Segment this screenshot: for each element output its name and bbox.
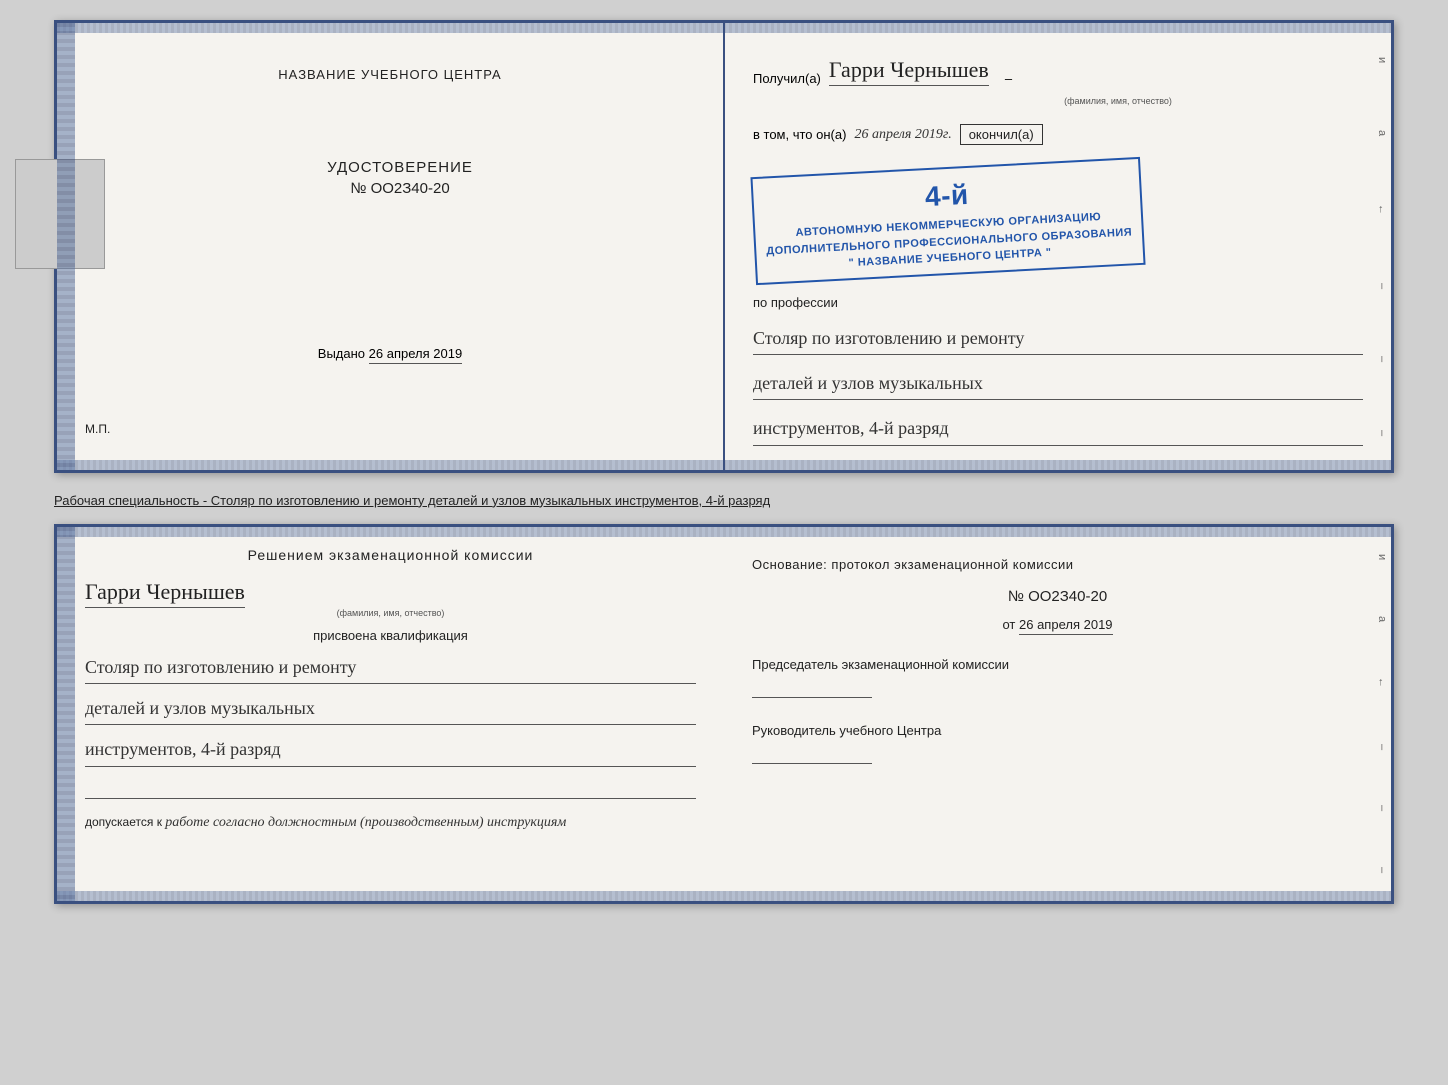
blank-line [85,775,696,799]
bottom-document: Решением экзаменационной комиссии Гарри … [54,524,1394,904]
profession-line1: Столяр по изготовлению и ремонту [753,322,1363,355]
rukovoditel-label: Руководитель учебного Центра [752,722,1363,740]
bottom-name-sublabel: (фамилия, имя, отчество) [85,608,696,618]
vydano-label: Выдано [318,346,365,361]
side-strip-right: и а ← – – – [1373,23,1391,470]
po-professii-label: по профессии [753,295,1363,310]
stamp-block: 4-й АВТОНОМНУЮ НЕКОММЕРЧЕСКУЮ ОРГАНИЗАЦИ… [750,157,1145,285]
between-label-text: Рабочая специальность - Столяр по изгото… [54,493,770,508]
predsedatel-block: Председатель экзаменационной комиссии [752,656,1363,698]
resheniem-text: Решением экзаменационной комиссии [85,547,696,563]
ot-block: от 26 апреля 2019 [752,617,1363,632]
side-char-3: ← [1376,204,1388,215]
side-char-1: и [1376,57,1388,63]
side-char-2: а [1376,130,1388,136]
side-char-b3: ← [1376,677,1388,688]
recipient-name: Гарри Чернышев [829,57,989,86]
top-doc-right: Получил(а) Гарри Чернышев – (фамилия, им… [725,23,1391,470]
mp-label: М.П. [85,422,110,436]
name-sublabel-top: (фамилия, имя, отчество) [873,96,1363,106]
bottom-profession-line3: инструментов, 4-й разряд [85,733,696,766]
vtom-label: в том, что он(а) [753,127,846,142]
rukovoditel-block: Руководитель учебного Центра [752,722,1363,764]
dash-top: – [1005,71,1012,86]
vydano-date: 26 апреля 2019 [369,346,463,364]
udostoverenie-number: № OO2З40-20 [105,180,695,197]
top-document: НАЗВАНИЕ УЧЕБНОГО ЦЕНТРА УДОСТОВЕРЕНИЕ №… [54,20,1394,473]
osnovanie-text: Основание: протокол экзаменационной коми… [752,557,1363,572]
side-char-b2: а [1376,616,1388,622]
okoncil-label: окончил(а) [960,124,1043,145]
spine-left-bottom [57,527,75,901]
side-char-b1: и [1376,554,1388,560]
dopuskaetsya-block: допускается к работе согласно должностны… [85,815,696,831]
between-label-underline: инструментов, 4-й разряд [615,493,770,508]
bottom-doc-right: Основание: протокол экзаменационной коми… [724,527,1391,901]
predsedatel-label: Председатель экзаменационной комиссии [752,656,1363,674]
bottom-name-block: Гарри Чернышев (фамилия, имя, отчество) [85,579,696,618]
vydano-block: Выдано 26 апреля 2019 [318,346,462,361]
side-char-4: – [1376,283,1388,289]
top-left-heading: НАЗВАНИЕ УЧЕБНОГО ЦЕНТРА [278,67,501,82]
profession-line2: деталей и узлов музыкальных [753,367,1363,400]
side-char-b5: – [1376,805,1388,811]
prisvoena-text: присвоена квалификация [85,628,696,643]
predsedatel-signature-line [752,678,872,698]
between-label: Рабочая специальность - Столяр по изгото… [54,489,1394,508]
rukovoditel-signature-line [752,744,872,764]
bottom-number-block: № OO2З40-20 [752,588,1363,605]
side-char-b4: – [1376,744,1388,750]
vtom-date: 26 апреля 2019г. [854,127,951,143]
stamp-area: 4-й АВТОНОМНУЮ НЕКОММЕРЧЕСКУЮ ОРГАНИЗАЦИ… [753,161,1363,281]
poluchil-label: Получил(а) [753,71,821,86]
spine-left [57,23,75,470]
ot-label: от [1002,617,1015,632]
side-strip-right-bottom: и а ← – – – [1373,527,1391,901]
dopuskaetsya-label: допускается к [85,815,162,829]
side-char-6: – [1376,430,1388,436]
bottom-doc-left: Решением экзаменационной комиссии Гарри … [57,527,724,901]
bottom-profession-line2: деталей и узлов музыкальных [85,692,696,725]
vtom-line: в том, что он(а) 26 апреля 2019г. окончи… [753,124,1363,145]
ot-date: 26 апреля 2019 [1019,617,1113,635]
dopusk-text: работе согласно должностным (производств… [165,815,566,830]
bottom-profession-line1: Столяр по изготовлению и ремонту [85,651,696,684]
top-doc-left: НАЗВАНИЕ УЧЕБНОГО ЦЕНТРА УДОСТОВЕРЕНИЕ №… [57,23,725,470]
bottom-number: № OO2З40-20 [752,588,1363,605]
side-char-b6: – [1376,867,1388,873]
udostoverenie-title: УДОСТОВЕРЕНИЕ [105,159,695,176]
side-char-5: – [1376,356,1388,362]
udostoverenie-block: УДОСТОВЕРЕНИЕ № OO2З40-20 [105,159,695,197]
bottom-recipient-name: Гарри Чернышев [85,579,245,608]
profession-line3: инструментов, 4-й разряд [753,412,1363,445]
